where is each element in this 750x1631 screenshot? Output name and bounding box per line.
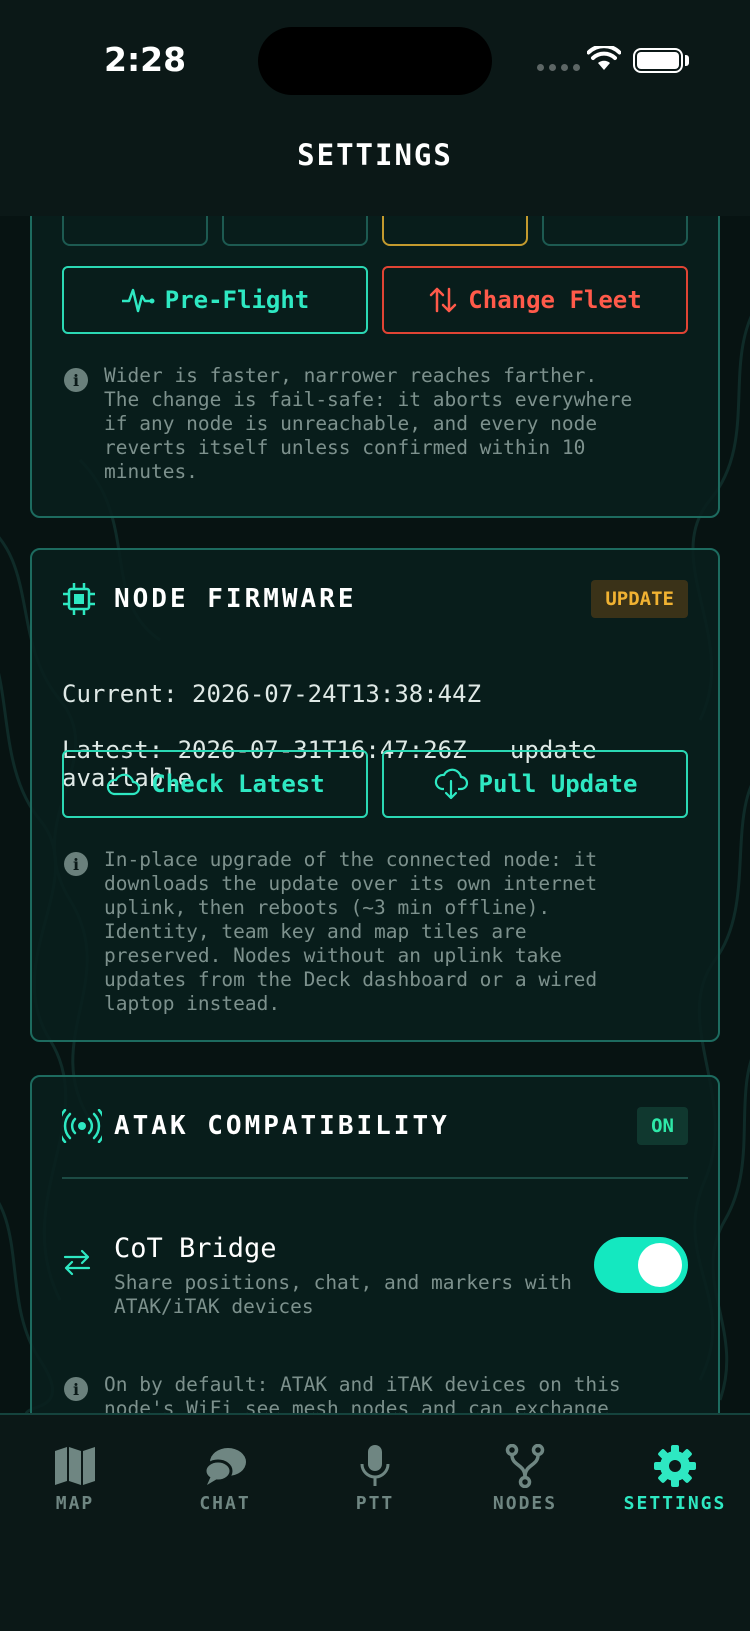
cellular-signal-icon: [537, 64, 580, 71]
change-fleet-label: Change Fleet: [468, 286, 642, 314]
broadcast-icon: [62, 1109, 102, 1143]
toggle-knob: [638, 1243, 682, 1287]
cot-bridge-toggle[interactable]: [594, 1237, 688, 1293]
check-latest-label: Check Latest: [151, 770, 325, 798]
chip-icon: [63, 583, 95, 615]
card-divider: [62, 1177, 688, 1179]
settings-screen: 2:28 SETTINGS Pre-Flight Change Fleet i …: [0, 0, 750, 1631]
wifi-icon: [587, 46, 621, 70]
chat-icon: [203, 1448, 246, 1485]
cloud-icon: [107, 773, 141, 796]
radio-info-text: Wider is faster, narrower reaches farthe…: [104, 364, 633, 483]
gear-icon: [654, 1445, 696, 1487]
tab-chat[interactable]: CHAT: [150, 1415, 300, 1525]
atak-info: i On by default: ATAK and iTAK devices o…: [64, 1373, 684, 1413]
preflight-label: Pre-Flight: [164, 286, 310, 314]
swap-horizontal-icon: [63, 1249, 91, 1276]
firmware-info-text: In-place upgrade of the connected node: …: [104, 848, 598, 1015]
dynamic-island: [258, 27, 492, 95]
swap-vertical-icon: [430, 287, 457, 313]
atak-compatibility-card: ATAK COMPATIBILITY ON CoT Bridge Share p…: [30, 1075, 720, 1413]
radio-profile-card: Pre-Flight Change Fleet i Wider is faste…: [30, 216, 720, 518]
tab-chat-label: CHAT: [199, 1493, 251, 1514]
battery-icon: [633, 48, 683, 73]
pull-update-label: Pull Update: [478, 770, 638, 798]
page-title: SETTINGS: [297, 138, 453, 172]
segment-option-4[interactable]: [542, 216, 688, 246]
update-badge: UPDATE: [591, 580, 688, 618]
atak-title: ATAK COMPATIBILITY: [114, 1111, 450, 1141]
segment-option-3-selected[interactable]: [382, 216, 528, 246]
tab-ptt[interactable]: PTT: [300, 1415, 450, 1525]
tab-nodes-label: NODES: [492, 1493, 558, 1514]
cot-bridge-title: CoT Bridge: [114, 1233, 277, 1264]
tab-settings[interactable]: SETTINGS: [600, 1415, 750, 1525]
tab-nodes[interactable]: NODES: [450, 1415, 600, 1525]
preflight-button[interactable]: Pre-Flight: [62, 266, 368, 334]
settings-scroll-area[interactable]: Pre-Flight Change Fleet i Wider is faste…: [0, 216, 750, 1413]
segment-option-2[interactable]: [222, 216, 368, 246]
pulse-icon: [121, 288, 155, 313]
status-time: 2:28: [104, 40, 187, 79]
segment-option-1[interactable]: [62, 216, 208, 246]
atak-info-text: On by default: ATAK and iTAK devices on …: [104, 1373, 621, 1413]
info-icon: i: [64, 852, 88, 876]
atak-on-badge: ON: [637, 1107, 688, 1145]
tab-bar: MAP CHAT PTT NODES SETTINGS: [0, 1413, 750, 1631]
cot-bridge-description: Share positions, chat, and markers with …: [114, 1271, 572, 1318]
top-bar: 2:28 SETTINGS: [0, 0, 750, 216]
tab-settings-label: SETTINGS: [623, 1493, 727, 1514]
firmware-info: i In-place upgrade of the connected node…: [64, 848, 684, 1016]
tab-ptt-label: PTT: [355, 1493, 395, 1514]
info-icon: i: [64, 368, 88, 392]
battery-tip: [685, 55, 689, 66]
map-icon: [55, 1447, 95, 1485]
mic-icon: [360, 1445, 390, 1486]
check-latest-button[interactable]: Check Latest: [62, 750, 368, 818]
pull-update-button[interactable]: Pull Update: [382, 750, 688, 818]
cloud-download-icon: [434, 768, 468, 800]
info-icon: i: [64, 1377, 88, 1401]
radio-info: i Wider is faster, narrower reaches fart…: [64, 364, 684, 484]
node-firmware-card: NODE FIRMWARE UPDATE Current: 2026-07-24…: [30, 548, 720, 1042]
tab-map[interactable]: MAP: [0, 1415, 150, 1525]
firmware-title: NODE FIRMWARE: [114, 584, 357, 614]
change-fleet-button[interactable]: Change Fleet: [382, 266, 688, 334]
current-version: Current: 2026-07-24T13:38:44Z: [62, 680, 482, 708]
nodes-icon: [505, 1444, 545, 1488]
tab-map-label: MAP: [55, 1493, 95, 1514]
